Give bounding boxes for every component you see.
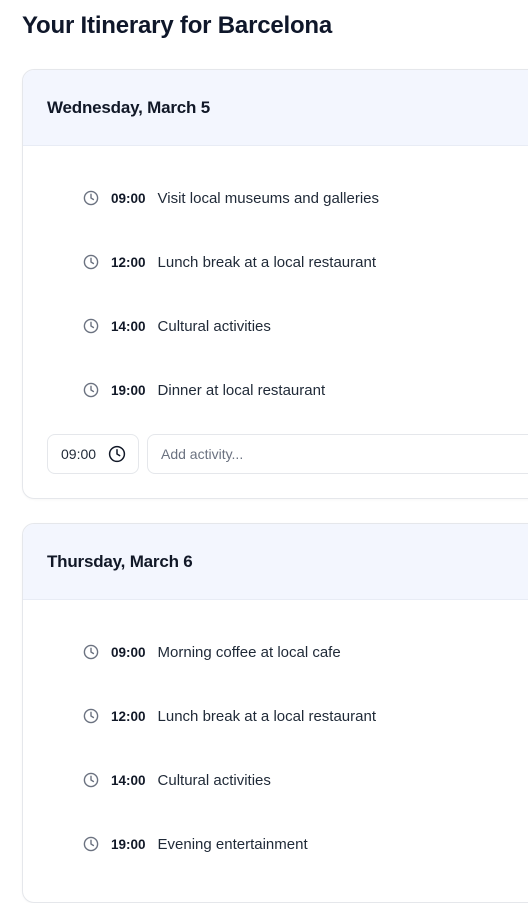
activity-description: Lunch break at a local restaurant [157, 253, 376, 271]
time-picker-input[interactable]: 09:00 [47, 434, 139, 474]
activity-item[interactable]: 09:00 Visit local museums and galleries [23, 166, 528, 230]
activity-item[interactable]: 14:00 Cultural activities [23, 294, 528, 358]
clock-icon [83, 772, 99, 788]
time-picker-value: 09:00 [61, 446, 97, 462]
activity-item[interactable]: 09:00 Morning coffee at local cafe [23, 620, 528, 684]
activity-item[interactable]: 19:00 Evening entertainment [23, 812, 528, 876]
day-card-wednesday: Wednesday, March 5 09:00 Visit local mus… [22, 69, 528, 499]
clock-icon [83, 254, 99, 270]
activity-time: 12:00 [111, 254, 146, 270]
activity-description: Lunch break at a local restaurant [157, 707, 376, 725]
activity-time: 14:00 [111, 318, 146, 334]
activity-time: 09:00 [111, 190, 146, 206]
clock-icon [83, 644, 99, 660]
activity-list: 09:00 Morning coffee at local cafe 12:00… [23, 600, 528, 876]
activity-item[interactable]: 14:00 Cultural activities [23, 748, 528, 812]
clock-icon [83, 190, 99, 206]
activity-description: Cultural activities [157, 771, 271, 789]
activity-item[interactable]: 12:00 Lunch break at a local restaurant [23, 684, 528, 748]
activity-time: 12:00 [111, 708, 146, 724]
day-card-thursday: Thursday, March 6 09:00 Morning coffee a… [22, 523, 528, 903]
page-title: Your Itinerary for Barcelona [22, 12, 333, 39]
activity-list: 09:00 Visit local museums and galleries … [23, 146, 528, 422]
activity-description: Dinner at local restaurant [157, 381, 326, 399]
activity-time: 09:00 [111, 644, 146, 660]
add-activity-input[interactable]: Add activity... [147, 434, 528, 474]
activity-description: Evening entertainment [157, 835, 308, 853]
activity-item[interactable]: 19:00 Dinner at local restaurant [23, 358, 528, 422]
day-header: Wednesday, March 5 [23, 70, 528, 146]
clock-icon [83, 708, 99, 724]
clock-icon[interactable] [108, 445, 126, 463]
activity-description: Morning coffee at local cafe [157, 643, 341, 661]
day-title: Wednesday, March 5 [47, 97, 210, 117]
activity-time: 19:00 [111, 382, 146, 398]
clock-icon [83, 382, 99, 398]
activity-description: Cultural activities [157, 317, 271, 335]
add-activity-row: 09:00 Add activity... [47, 434, 528, 474]
clock-icon [83, 836, 99, 852]
day-header: Thursday, March 6 [23, 524, 528, 600]
activity-time: 19:00 [111, 836, 146, 852]
activity-item[interactable]: 12:00 Lunch break at a local restaurant [23, 230, 528, 294]
activity-time: 14:00 [111, 772, 146, 788]
day-title: Thursday, March 6 [47, 551, 193, 571]
clock-icon [83, 318, 99, 334]
activity-description: Visit local museums and galleries [157, 189, 380, 207]
